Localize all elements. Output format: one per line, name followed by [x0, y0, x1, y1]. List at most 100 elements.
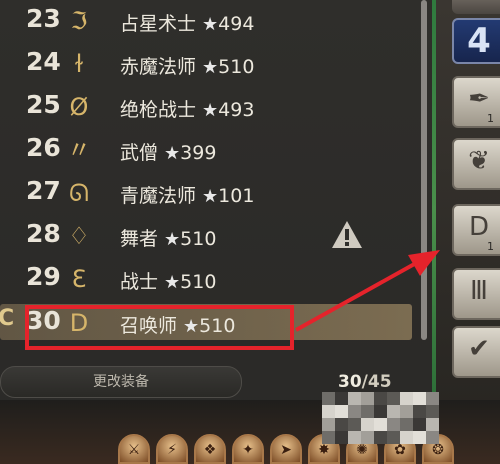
change-gear-button[interactable]: 更改装备 [0, 366, 242, 398]
blue-mage-icon: ᘏ [69, 179, 89, 207]
column-icon: Ⅲ [470, 276, 488, 306]
scrollbar-thumb[interactable] [421, 0, 427, 340]
mosaic-blur [322, 392, 452, 444]
count-total: 45 [367, 372, 392, 392]
gearset-row[interactable]: 26 〃 武僧 ★399 [0, 129, 420, 172]
item-level-star-icon: ★ [164, 143, 181, 164]
mosaic-tile [400, 418, 413, 431]
job-name: 占星术士 ★494 [120, 9, 254, 36]
gearset-row[interactable]: 23 ℑ 占星术士 ★494 [0, 0, 420, 43]
job-name: 青魔法师 ★101 [120, 181, 254, 208]
mosaic-tile [387, 431, 400, 444]
gearset-number: 26 [26, 133, 61, 162]
mosaic-tile [348, 431, 361, 444]
hotbar-slot[interactable]: D1 [452, 204, 500, 256]
item-level: 510 [180, 228, 217, 250]
item-level: 494 [218, 13, 255, 35]
mosaic-tile [400, 431, 413, 444]
gearset-number: 25 [26, 90, 61, 119]
mosaic-tile [426, 392, 439, 405]
item-level-star-icon: ★ [202, 57, 219, 78]
gearset-count: 30/45 [338, 372, 392, 392]
hotbar-action-icon[interactable]: ➤ [270, 434, 302, 464]
gunbreaker-icon: Ø [69, 93, 89, 121]
item-level-star-icon: ★ [164, 229, 181, 250]
hotbar-action-icon[interactable]: ⚡ [156, 434, 188, 464]
monk-icon: 〃 [67, 136, 91, 164]
item-level: 101 [218, 185, 255, 207]
job-name-text: 舞者 [120, 228, 159, 250]
job-name-text: 赤魔法师 [120, 56, 197, 78]
mosaic-tile [413, 405, 426, 418]
astrologian-icon: ℑ [70, 7, 88, 35]
mosaic-tile [348, 405, 361, 418]
mosaic-tile [400, 392, 413, 405]
quill-icon: ✒ [468, 84, 490, 114]
item-level-star-icon: ★ [202, 186, 219, 207]
job-name: 战士 ★510 [120, 267, 216, 294]
gearset-number: 23 [26, 4, 61, 33]
mosaic-tile [387, 418, 400, 431]
item-level: 399 [180, 142, 217, 164]
hotbar-action-icon[interactable]: ❖ [194, 434, 226, 464]
mosaic-tile [413, 418, 426, 431]
mosaic-tile [426, 418, 439, 431]
mosaic-tile [374, 418, 387, 431]
mosaic-tile [361, 431, 374, 444]
gearset-row[interactable]: 29 Ɛ 战士 ★510 [0, 258, 420, 301]
mosaic-tile [426, 431, 439, 444]
mosaic-tile [374, 392, 387, 405]
mosaic-tile [374, 431, 387, 444]
job-name: 赤魔法师 ★510 [120, 52, 254, 79]
item-level-star-icon: ★ [164, 272, 181, 293]
hotbar-slot[interactable]: ✒ 1 [452, 76, 500, 128]
dancer-icon: ♢ [68, 222, 90, 250]
mosaic-tile [426, 405, 439, 418]
hotbar-action-icon[interactable]: ✦ [232, 434, 264, 464]
warrior-icon: Ɛ [71, 265, 87, 293]
mosaic-tile [413, 392, 426, 405]
hotbar-slot[interactable]: ✔ [452, 326, 500, 378]
mosaic-tile [322, 392, 335, 405]
count-current: 30 [338, 372, 362, 392]
job-name: 绝枪战士 ★493 [120, 95, 254, 122]
mosaic-tile [335, 418, 348, 431]
job-name-text: 武僧 [120, 142, 159, 164]
level-slot: 4 [452, 18, 500, 64]
mosaic-tile [335, 431, 348, 444]
job-name-text: 占星术士 [120, 13, 197, 35]
mosaic-tile [348, 418, 361, 431]
hotbar-slot[interactable]: ❦ [452, 138, 500, 190]
mosaic-tile [322, 405, 335, 418]
gearset-number: 24 [26, 47, 61, 76]
mosaic-tile [322, 431, 335, 444]
summoner-icon: D [468, 212, 490, 242]
item-level: 510 [180, 271, 217, 293]
checkmark-icon: ✔ [468, 334, 490, 364]
mosaic-tile [400, 405, 413, 418]
slot-count: 1 [487, 240, 494, 253]
gearset-row[interactable]: 27 ᘏ 青魔法师 ★101 [0, 172, 420, 215]
gearset-row[interactable]: 24 ɫ 赤魔法师 ★510 [0, 43, 420, 86]
mosaic-tile [335, 392, 348, 405]
hotbar-action-icon[interactable]: ⚔ [118, 434, 150, 464]
mosaic-tile [387, 405, 400, 418]
mosaic-tile [335, 405, 348, 418]
mosaic-tile [387, 392, 400, 405]
list-scrollbar[interactable] [421, 0, 427, 340]
red-mage-icon: ɫ [74, 50, 84, 78]
gearset-row[interactable]: 25 Ø 绝枪战士 ★493 [0, 86, 420, 129]
job-name: 舞者 ★510 [120, 224, 216, 251]
item-level-star-icon: ★ [202, 100, 219, 121]
gearset-number: 27 [26, 176, 61, 205]
gearset-number: 28 [26, 219, 61, 248]
hotbar-slot[interactable]: Ⅲ [452, 268, 500, 320]
item-level: 510 [218, 56, 255, 78]
job-name-text: 青魔法师 [120, 185, 197, 207]
highlight-annotation-box [25, 305, 294, 350]
mosaic-tile [348, 392, 361, 405]
job-name: 武僧 ★399 [120, 138, 216, 165]
mosaic-tile [413, 431, 426, 444]
warning-icon [330, 218, 364, 252]
gearset-number: 29 [26, 262, 61, 291]
